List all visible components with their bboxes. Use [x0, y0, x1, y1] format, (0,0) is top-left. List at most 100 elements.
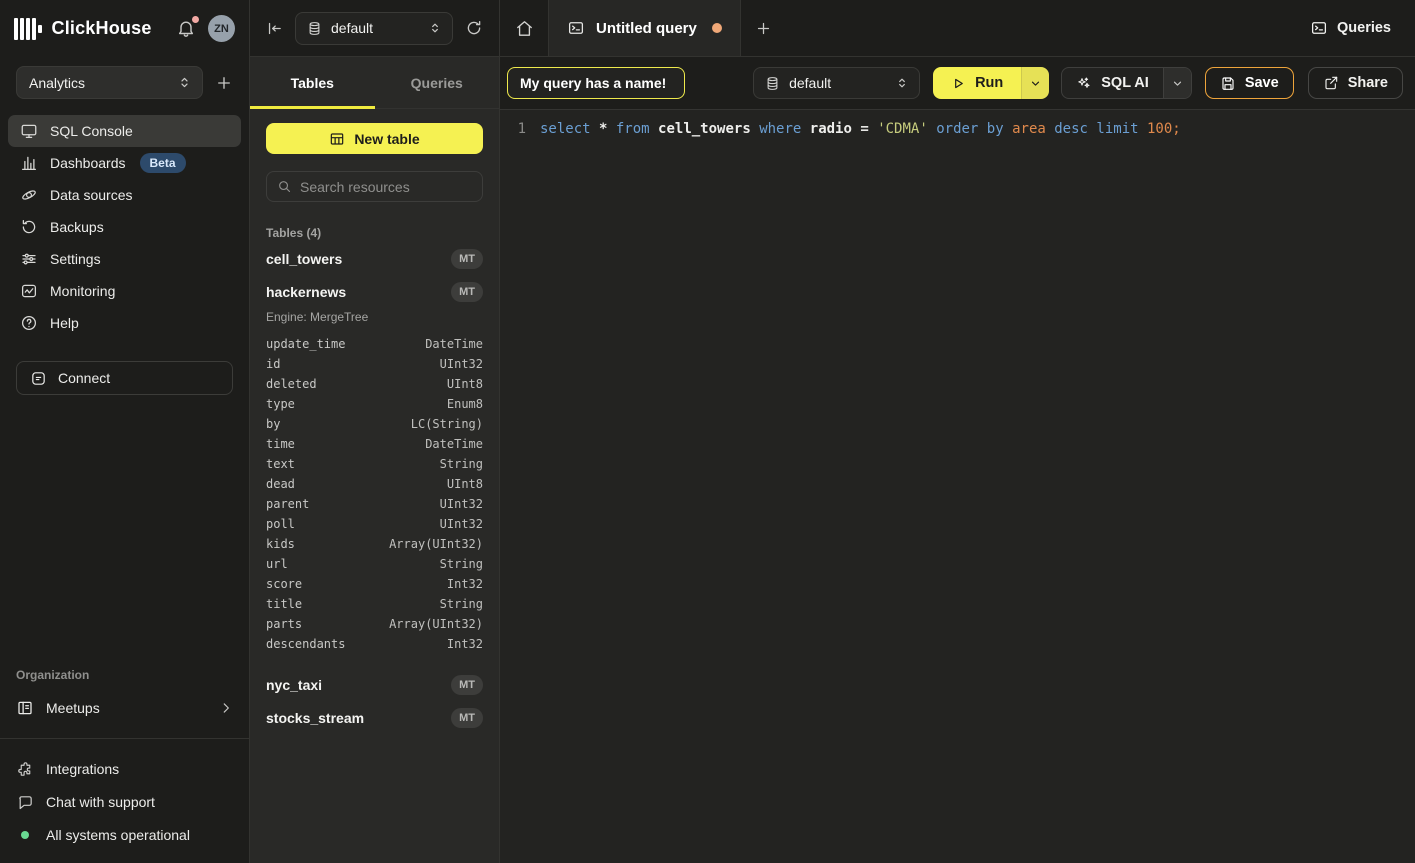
brand-row: ClickHouse ZN — [0, 0, 249, 57]
organization-label: Organization — [0, 668, 249, 692]
tab-untitled-query[interactable]: Untitled query — [548, 0, 741, 56]
new-table-label: New table — [354, 131, 419, 147]
table-row-hackernews[interactable]: hackernews MT — [266, 275, 483, 308]
bar-chart-icon — [20, 154, 38, 172]
search-box — [266, 171, 483, 202]
column-type: DateTime — [425, 337, 483, 351]
app-root: ClickHouse ZN Analytics — [0, 0, 1415, 863]
sidebar-item-help[interactable]: Help — [8, 307, 241, 339]
column-type: UInt8 — [447, 377, 483, 391]
tab-label: Untitled query — [596, 20, 697, 37]
column-name: score — [266, 577, 302, 591]
table-name: stocks_stream — [266, 710, 451, 726]
run-button[interactable]: Run — [933, 67, 1049, 99]
new-tab-button[interactable] — [741, 0, 787, 56]
new-table-button[interactable]: New table — [266, 123, 483, 154]
column-name: type — [266, 397, 295, 411]
queries-button-label: Queries — [1337, 20, 1391, 36]
column-row[interactable]: parts Array(UInt32) — [266, 614, 483, 634]
column-row[interactable]: deleted UInt8 — [266, 374, 483, 394]
column-row[interactable]: score Int32 — [266, 574, 483, 594]
save-floppy-icon — [1220, 75, 1236, 91]
connect-button[interactable]: Connect — [16, 361, 233, 395]
console-icon — [20, 122, 38, 140]
chevron-updown-icon — [177, 75, 192, 90]
chat-support-link[interactable]: Chat with support — [16, 790, 233, 814]
meetups-label: Meetups — [46, 700, 100, 716]
column-row[interactable]: title String — [266, 594, 483, 614]
restore-icon — [20, 218, 38, 236]
chevron-updown-icon — [428, 21, 442, 35]
sidebar-item-backups[interactable]: Backups — [8, 211, 241, 243]
orbit-icon — [20, 186, 38, 204]
table-grid-icon — [329, 131, 345, 147]
unsaved-dot — [712, 23, 722, 33]
sql-code: select * from cell_towers where radio = … — [526, 119, 1181, 140]
column-row[interactable]: descendants Int32 — [266, 634, 483, 654]
table-row-cell-towers[interactable]: cell_towers MT — [266, 242, 483, 275]
home-icon[interactable] — [500, 0, 548, 56]
beta-badge: Beta — [140, 153, 186, 173]
main-area: Untitled query Queries default — [500, 0, 1415, 863]
column-row[interactable]: dead UInt8 — [266, 474, 483, 494]
search-input[interactable] — [300, 179, 481, 195]
column-type: DateTime — [425, 437, 483, 451]
sidebar-item-settings[interactable]: Settings — [8, 243, 241, 275]
column-row[interactable]: type Enum8 — [266, 394, 483, 414]
save-button[interactable]: Save — [1205, 67, 1294, 99]
column-type: UInt32 — [440, 357, 483, 371]
search-icon — [277, 179, 292, 194]
puzzle-icon — [16, 761, 34, 778]
sidebar-item-meetups[interactable]: Meetups — [0, 692, 249, 724]
sidebar-item-label: Help — [50, 315, 79, 331]
sql-editor[interactable]: 1 select * from cell_towers where radio … — [500, 110, 1415, 863]
table-row-nyc-taxi[interactable]: nyc_taxi MT — [266, 668, 483, 701]
column-row[interactable]: by LC(String) — [266, 414, 483, 434]
column-row[interactable]: id UInt32 — [266, 354, 483, 374]
save-label: Save — [1245, 75, 1279, 91]
workspace-select[interactable]: Analytics — [16, 66, 203, 99]
sql-ai-button[interactable]: SQL AI — [1061, 67, 1192, 99]
column-row[interactable]: poll UInt32 — [266, 514, 483, 534]
tab-queries[interactable]: Queries — [375, 57, 500, 108]
column-row[interactable]: time DateTime — [266, 434, 483, 454]
table-row-stocks-stream[interactable]: stocks_stream MT — [266, 701, 483, 734]
table-name: nyc_taxi — [266, 677, 451, 693]
notifications-bell-icon[interactable] — [176, 18, 198, 40]
sidebar-item-label: Monitoring — [50, 283, 115, 299]
column-type: Array(UInt32) — [389, 617, 483, 631]
run-options-caret[interactable] — [1021, 67, 1049, 99]
collapse-panel-icon[interactable] — [266, 20, 283, 37]
sidebar-footer: Integrations Chat with support All syste… — [0, 738, 249, 863]
column-row[interactable]: text String — [266, 454, 483, 474]
query-name-input[interactable] — [507, 67, 685, 99]
database-select-toolbar[interactable]: default — [753, 67, 920, 99]
queries-button[interactable]: Queries — [1286, 0, 1415, 56]
column-type: UInt32 — [440, 517, 483, 531]
sidebar-item-data-sources[interactable]: Data sources — [8, 179, 241, 211]
share-button[interactable]: Share — [1308, 67, 1403, 99]
system-status-link[interactable]: All systems operational — [16, 823, 233, 847]
chat-support-label: Chat with support — [46, 794, 155, 810]
avatar[interactable]: ZN — [208, 15, 235, 42]
notification-dot — [191, 15, 200, 24]
engine-badge: MT — [451, 675, 483, 695]
column-row[interactable]: update_time DateTime — [266, 334, 483, 354]
database-select-top[interactable]: default — [295, 12, 453, 45]
tab-tables[interactable]: Tables — [250, 57, 375, 108]
add-workspace-button[interactable] — [215, 74, 233, 92]
column-row[interactable]: parent UInt32 — [266, 494, 483, 514]
column-row[interactable]: kids Array(UInt32) — [266, 534, 483, 554]
sidebar-item-sql-console[interactable]: SQL Console — [8, 115, 241, 147]
database-icon — [307, 21, 322, 36]
sql-ai-caret[interactable] — [1163, 68, 1191, 98]
integrations-link[interactable]: Integrations — [16, 757, 233, 781]
sidebar-item-dashboards[interactable]: Dashboards Beta — [8, 147, 241, 179]
sliders-icon — [20, 250, 38, 268]
column-name: time — [266, 437, 295, 451]
sidebar-item-monitoring[interactable]: Monitoring — [8, 275, 241, 307]
workspace-selected-label: Analytics — [29, 75, 177, 91]
explorer-tabs: Tables Queries — [250, 57, 499, 109]
refresh-icon[interactable] — [465, 19, 483, 37]
column-row[interactable]: url String — [266, 554, 483, 574]
